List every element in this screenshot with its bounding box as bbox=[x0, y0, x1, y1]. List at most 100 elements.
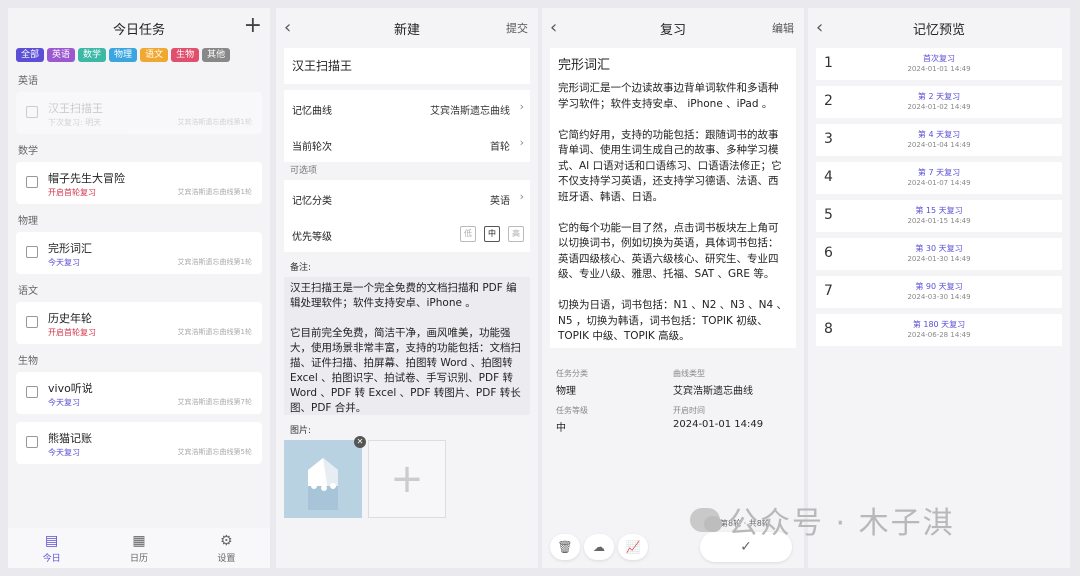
list-item: 3第 4 天复习 2024-01-04 14:49 bbox=[816, 124, 1062, 156]
task-checkbox[interactable] bbox=[26, 386, 38, 398]
review-panel: ‹ 复习 编辑 完形词汇 完形词汇是一个边读故事边背单词软件和多语种学习软件；软… bbox=[542, 8, 804, 568]
back-icon[interactable]: ‹ bbox=[816, 16, 823, 40]
meta-level: 任务等级中 bbox=[556, 406, 588, 434]
review-label: 第 30 天复习 bbox=[915, 244, 963, 253]
review-label: 第 7 天复习 bbox=[917, 168, 961, 177]
new-panel: ‹ 新建 提交 汉王扫描王 记忆曲线 艾宾浩斯遗忘曲线 › 当前轮次 首轮 › … bbox=[276, 8, 538, 568]
review-item-title: 完形词汇 bbox=[558, 58, 611, 73]
task-curve: 艾宾浩斯遗忘曲线第1轮 bbox=[177, 118, 252, 126]
task-name: 历史年轮 bbox=[48, 312, 92, 325]
task-name: 完形词汇 bbox=[48, 242, 92, 255]
chart-icon[interactable]: 📈 bbox=[618, 534, 648, 560]
task-card[interactable]: 历史年轮 开启首轮复习 艾宾浩斯遗忘曲线第1轮 bbox=[16, 302, 262, 344]
chevron-right-icon: › bbox=[519, 190, 524, 203]
task-curve: 艾宾浩斯遗忘曲线第1轮 bbox=[177, 188, 252, 196]
back-icon[interactable]: ‹ bbox=[550, 16, 557, 40]
category-tag[interactable]: 语文 bbox=[140, 48, 169, 62]
category-tag[interactable]: 其他 bbox=[202, 48, 231, 62]
task-name-field[interactable]: 汉王扫描王 bbox=[284, 48, 530, 84]
task-card[interactable]: 完形词汇 今天复习 艾宾浩斯遗忘曲线第1轮 bbox=[16, 232, 262, 274]
delete-icon[interactable]: 🗑 bbox=[550, 534, 580, 560]
curve-label: 记忆曲线 bbox=[292, 106, 332, 117]
category-tags: 全部 英语 数学 物理 语文 生物 其他 bbox=[8, 48, 270, 64]
add-image-button[interactable]: + bbox=[368, 440, 446, 518]
chevron-right-icon: › bbox=[519, 136, 524, 149]
tab-today[interactable]: ▤ 今日 bbox=[8, 528, 95, 568]
task-curve: 艾宾浩斯遗忘曲线第7轮 bbox=[177, 398, 252, 406]
calendar-icon: ▦ bbox=[132, 532, 146, 549]
preview-header: ‹ 记忆预览 bbox=[808, 8, 1070, 48]
round-label: 当前轮次 bbox=[292, 142, 332, 153]
task-card[interactable]: vivo听说 今天复习 艾宾浩斯遗忘曲线第7轮 bbox=[16, 372, 262, 414]
review-label: 首次复习 bbox=[923, 54, 955, 63]
category-tag[interactable]: 生物 bbox=[171, 48, 200, 62]
edit-button[interactable]: 编辑 bbox=[772, 20, 794, 36]
task-checkbox[interactable] bbox=[26, 176, 38, 188]
task-checkbox[interactable] bbox=[26, 316, 38, 328]
review-label: 第 15 天复习 bbox=[915, 206, 963, 215]
category-value: 英语 bbox=[490, 196, 510, 207]
tab-label: 日历 bbox=[129, 553, 148, 564]
review-date: 2024-01-04 14:49 bbox=[907, 141, 971, 149]
priority-label: 优先等级 bbox=[292, 232, 332, 243]
remove-image-icon[interactable]: ✕ bbox=[354, 436, 366, 448]
today-header: 今日任务 + bbox=[8, 8, 270, 48]
priority-low-button[interactable]: 低 bbox=[460, 226, 476, 242]
round-value: 首轮 bbox=[490, 142, 510, 153]
task-checkbox[interactable] bbox=[26, 246, 38, 258]
task-groups: 英语 汉王扫描王 下次复习: 明天 艾宾浩斯遗忘曲线第1轮 数学 帽子先生大冒险 开启首轮复… bbox=[8, 72, 270, 464]
review-label: 第 90 天复习 bbox=[915, 282, 963, 291]
task-meta: 任务分类 物理 曲线类型 艾宾浩斯遗忘曲线 任务等级中 开启时间 2024-01-01… bbox=[542, 348, 804, 434]
priority-high-button[interactable]: 高 bbox=[508, 226, 524, 242]
group-label: 生物 bbox=[18, 356, 38, 367]
submit-button[interactable]: 提交 bbox=[506, 20, 528, 36]
category-row[interactable]: 记忆分类 英语 › bbox=[284, 180, 530, 216]
cloud-icon[interactable]: ☁ bbox=[584, 534, 614, 560]
memory-schedule-list: 1 首次复习 2024-01-01 14:49 2 第 2 天复习 2024-01-02 … bbox=[808, 48, 1070, 346]
review-label: 第 180 天复习 bbox=[912, 320, 966, 329]
task-status: 今天复习 bbox=[48, 448, 80, 457]
task-card[interactable]: 汉王扫描王 下次复习: 明天 艾宾浩斯遗忘曲线第1轮 bbox=[16, 92, 262, 134]
review-date: 2024-01-02 14:49 bbox=[907, 103, 971, 111]
review-content: 完形词汇 完形词汇是一个边读故事边背单词软件和多语种学习软件；软件支持安卓、 i… bbox=[550, 48, 796, 348]
bottom-tab-bar: ▤ 今日 ▦ 日历 ⚙ 设置 bbox=[8, 528, 270, 568]
category-tag[interactable]: 英语 bbox=[47, 48, 76, 62]
list-item: 4第 7 天复习 2024-01-07 14:49 bbox=[816, 162, 1062, 194]
tab-calendar[interactable]: ▦ 日历 bbox=[95, 528, 182, 568]
review-date: 2024-01-01 14:49 bbox=[907, 65, 971, 73]
category-tag[interactable]: 全部 bbox=[16, 48, 45, 62]
list-item: 1 首次复习 2024-01-01 14:49 bbox=[816, 48, 1062, 80]
add-task-button[interactable]: + bbox=[244, 14, 262, 38]
category-tag[interactable]: 物理 bbox=[109, 48, 138, 62]
back-icon[interactable]: ‹ bbox=[284, 16, 291, 40]
task-status: 开启首轮复习 bbox=[48, 328, 96, 337]
wechat-icon bbox=[690, 508, 722, 532]
tab-label: 今日 bbox=[42, 553, 61, 564]
priority-row: 优先等级 低 中 高 bbox=[284, 216, 530, 252]
task-card[interactable]: 熊猫记账 今天复习 艾宾浩斯遗忘曲线第5轮 bbox=[16, 422, 262, 464]
new-header: ‹ 新建 提交 bbox=[276, 8, 538, 48]
watermark: 公众号 · 木子淇 bbox=[690, 498, 955, 542]
list-item: 2第 2 天复习 2024-01-02 14:49 bbox=[816, 86, 1062, 118]
preview-panel: ‹ 记忆预览 1 首次复习 2024-01-01 14:49 2 第 2 天复习 2024… bbox=[808, 8, 1070, 568]
round-row[interactable]: 当前轮次 首轮 › bbox=[284, 126, 530, 162]
curve-value: 艾宾浩斯遗忘曲线 bbox=[430, 106, 510, 117]
tab-settings[interactable]: ⚙ 设置 bbox=[183, 528, 270, 568]
milk-carton-image bbox=[284, 440, 362, 518]
image-thumbnail[interactable]: ✕ bbox=[284, 436, 366, 518]
review-item-text: 完形词汇是一个边读故事边背单词软件和多语种学习软件；软件支持安卓、 iPhone… bbox=[558, 82, 787, 342]
notes-textarea[interactable]: 汉王扫描王是一个完全免费的文档扫描和 PDF 编辑处理软件；软件支持安卓、iPh… bbox=[284, 277, 530, 415]
curve-row[interactable]: 记忆曲线 艾宾浩斯遗忘曲线 › bbox=[284, 90, 530, 126]
priority-medium-button[interactable]: 中 bbox=[484, 226, 500, 242]
task-checkbox[interactable] bbox=[26, 436, 38, 448]
review-header: ‹ 复习 编辑 bbox=[542, 8, 804, 48]
category-tag[interactable]: 数学 bbox=[78, 48, 107, 62]
priority-selector: 低 中 高 bbox=[460, 226, 524, 242]
review-date: 2024-06-28 14:49 bbox=[907, 331, 971, 339]
notes-label: 备注: bbox=[290, 263, 312, 273]
page-title: 复习 bbox=[659, 22, 686, 38]
task-checkbox[interactable] bbox=[26, 106, 38, 118]
task-status: 今天复习 bbox=[48, 258, 80, 267]
task-card[interactable]: 帽子先生大冒险 开启首轮复习 艾宾浩斯遗忘曲线第1轮 bbox=[16, 162, 262, 204]
optional-section-label: 可选项 bbox=[290, 166, 318, 176]
